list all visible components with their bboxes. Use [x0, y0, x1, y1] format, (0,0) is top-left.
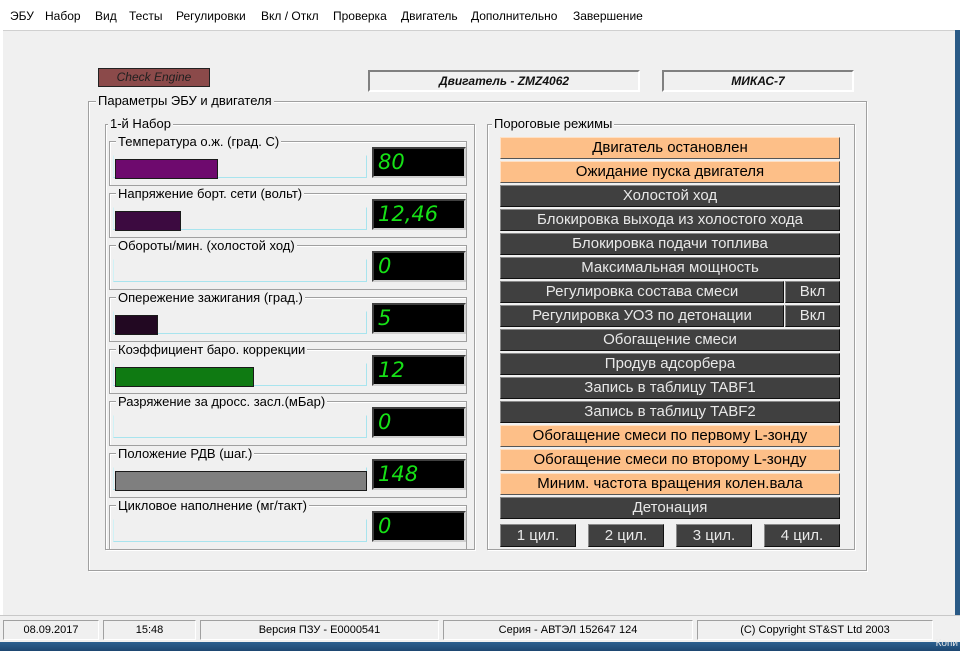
param-ignition-advance: Опережение зажигания (град.) 5 — [109, 291, 467, 342]
mode-idle[interactable]: Холостой ход — [500, 185, 840, 207]
menu-bar: ЭБУ Набор Вид Тесты Регулировки Вкл / От… — [0, 0, 960, 30]
mode-enrich-lambda-2[interactable]: Обогащение смеси по второму L-зонду — [500, 449, 840, 471]
knock-timing-toggle-button[interactable]: Вкл — [785, 305, 840, 327]
menu-view[interactable]: Вид — [95, 8, 117, 24]
ecu-engine-params-title: Параметры ЭБУ и двигателя — [96, 93, 274, 108]
param-coolant-temperature: Температура о.ж. (град. С) 80 — [109, 135, 467, 186]
status-copyright: (C) Copyright ST&ST Ltd 2003 — [697, 620, 933, 640]
mode-max-power[interactable]: Максимальная мощность — [500, 257, 840, 279]
menu-additional[interactable]: Дополнительно — [471, 8, 557, 24]
param-level-bar — [115, 471, 367, 491]
menu-check[interactable]: Проверка — [333, 8, 387, 24]
menu-ecu[interactable]: ЭБУ — [10, 8, 34, 24]
param-manifold-vacuum: Разряжение за дросс. засл.(мБар) 0 — [109, 395, 467, 446]
desktop-corner-text: Копи — [935, 638, 958, 649]
mode-knock[interactable]: Детонация — [500, 497, 840, 519]
param-label: Положение РДВ (шаг.) — [116, 446, 255, 461]
mode-engine-stopped[interactable]: Двигатель остановлен — [500, 137, 840, 159]
menu-on-off[interactable]: Вкл / Откл — [261, 8, 319, 24]
param-cycle-filling: Цикловое наполнение (мг/такт) 0 — [109, 499, 467, 550]
status-bar: 08.09.2017 15:48 Версия ПЗУ - E0000541 С… — [0, 615, 960, 642]
cylinder-4-button[interactable]: 4 цил. — [764, 524, 840, 547]
param-label: Цикловое наполнение (мг/такт) — [116, 498, 309, 513]
mixture-control-toggle-button[interactable]: Вкл — [785, 281, 840, 303]
param-value-display: 80 — [372, 147, 466, 178]
status-time: 15:48 — [103, 620, 196, 640]
status-serial: Серия - АВТЭЛ 152647 124 — [443, 620, 693, 640]
mode-min-crank-speed[interactable]: Миним. частота вращения колен.вала — [500, 473, 840, 495]
param-level-bar — [115, 211, 181, 231]
param-idle-valve-position: Положение РДВ (шаг.) 148 — [109, 447, 467, 498]
check-engine-indicator: Check Engine — [98, 68, 210, 87]
param-value-display: 148 — [372, 459, 466, 490]
menu-set[interactable]: Набор — [45, 8, 81, 24]
menu-adjustments[interactable]: Регулировки — [176, 8, 246, 24]
param-label: Разряжение за дросс. засл.(мБар) — [116, 394, 328, 409]
status-rom-version: Версия ПЗУ - E0000541 — [200, 620, 439, 640]
param-idle-rpm: Обороты/мин. (холостой ход) 0 — [109, 239, 467, 290]
mode-knock-timing-control[interactable]: Регулировка УОЗ по детонации — [500, 305, 784, 327]
mode-write-tabf2[interactable]: Запись в таблицу TABF2 — [500, 401, 840, 423]
param-value-display: 12 — [372, 355, 466, 386]
desktop-edge — [955, 30, 960, 615]
param-level-track — [113, 363, 367, 387]
param-value-display: 5 — [372, 303, 466, 334]
param-label: Опережение зажигания (град.) — [116, 290, 305, 305]
mode-mixture-enrichment[interactable]: Обогащение смеси — [500, 329, 840, 351]
param-label: Коэффициент баро. коррекции — [116, 342, 308, 357]
param-board-voltage: Напряжение борт. сети (вольт) 12,46 — [109, 187, 467, 238]
param-label: Температура о.ж. (град. С) — [116, 134, 282, 149]
param-value-display: 0 — [372, 407, 466, 438]
engine-model-display: Двигатель - ZMZ4062 — [368, 70, 640, 92]
param-level-bar — [115, 159, 218, 179]
param-label: Обороты/мин. (холостой ход) — [116, 238, 297, 253]
param-value-display: 0 — [372, 511, 466, 542]
param-level-track — [113, 467, 367, 491]
param-level-track — [113, 311, 367, 335]
cylinder-2-button[interactable]: 2 цил. — [588, 524, 664, 547]
desktop-taskbar — [0, 642, 960, 651]
menu-engine[interactable]: Двигатель — [401, 8, 458, 24]
cylinder-1-button[interactable]: 1 цил. — [500, 524, 576, 547]
param-level-track — [113, 155, 367, 179]
mode-canister-purge[interactable]: Продув адсорбера — [500, 353, 840, 375]
param-value-display: 0 — [372, 251, 466, 282]
param-level-track — [113, 259, 367, 282]
status-date: 08.09.2017 — [3, 620, 99, 640]
ecu-model-display: МИКАС-7 — [662, 70, 854, 92]
mode-idle-exit-lock[interactable]: Блокировка выхода из холостого хода — [500, 209, 840, 231]
mode-write-tabf1[interactable]: Запись в таблицу TABF1 — [500, 377, 840, 399]
mode-mixture-control[interactable]: Регулировка состава смеси — [500, 281, 784, 303]
menu-tests[interactable]: Тесты — [129, 8, 162, 24]
mode-enrich-lambda-1[interactable]: Обогащение смеси по первому L-зонду — [500, 425, 840, 447]
param-level-track — [113, 415, 367, 438]
param-level-track — [113, 207, 367, 231]
param-level-track — [113, 519, 367, 542]
param-level-bar — [115, 315, 158, 335]
mode-awaiting-start[interactable]: Ожидание пуска двигателя — [500, 161, 840, 183]
mode-fuel-cutoff[interactable]: Блокировка подачи топлива — [500, 233, 840, 255]
param-value-display: 12,46 — [372, 199, 466, 230]
cylinder-3-button[interactable]: 3 цил. — [676, 524, 752, 547]
param-baro-correction: Коэффициент баро. коррекции 12 — [109, 343, 467, 394]
menu-finish[interactable]: Завершение — [573, 8, 643, 24]
threshold-modes-title: Пороговые режимы — [492, 116, 615, 131]
param-level-bar — [115, 367, 254, 387]
set-1-title: 1-й Набор — [108, 116, 173, 131]
param-label: Напряжение борт. сети (вольт) — [116, 186, 305, 201]
